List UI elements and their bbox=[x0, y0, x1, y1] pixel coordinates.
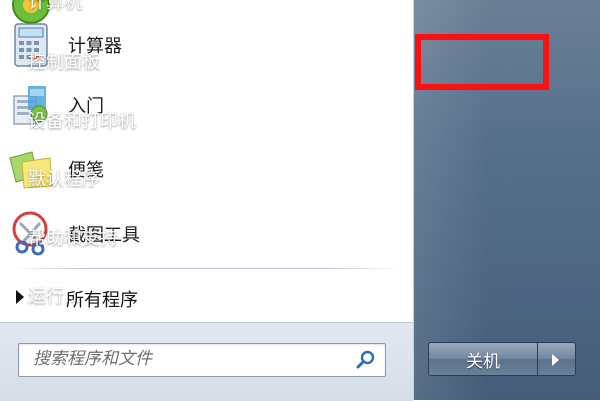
divider bbox=[10, 268, 402, 269]
search-input[interactable] bbox=[19, 344, 353, 374]
menu-item-run[interactable]: 运行... bbox=[28, 282, 81, 308]
menu-item-computer[interactable]: 计算机 bbox=[28, 0, 82, 14]
triangle-right-icon bbox=[552, 354, 559, 366]
shutdown-options-button[interactable] bbox=[538, 342, 576, 376]
shutdown-button[interactable]: 关机 bbox=[428, 342, 538, 376]
search-icon[interactable] bbox=[355, 349, 377, 371]
search-box bbox=[18, 343, 386, 377]
menu-item-control-panel[interactable]: 控制面板 bbox=[28, 48, 100, 74]
menu-item-devices-printers[interactable]: 设备和打印机 bbox=[28, 107, 136, 133]
triangle-right-icon bbox=[16, 290, 24, 304]
highlight-annotation bbox=[415, 34, 549, 90]
shutdown-control: 关机 bbox=[428, 342, 576, 376]
search-area bbox=[0, 322, 413, 401]
start-menu: 计算器 入门 便笺 截图工具 所有程序 搜索程序和文件 计算机 控制面板 设备和… bbox=[0, 0, 600, 401]
menu-item-default-programs[interactable]: 默认程序 bbox=[28, 165, 100, 191]
menu-item-help-support[interactable]: 帮助和支持 bbox=[28, 224, 118, 250]
